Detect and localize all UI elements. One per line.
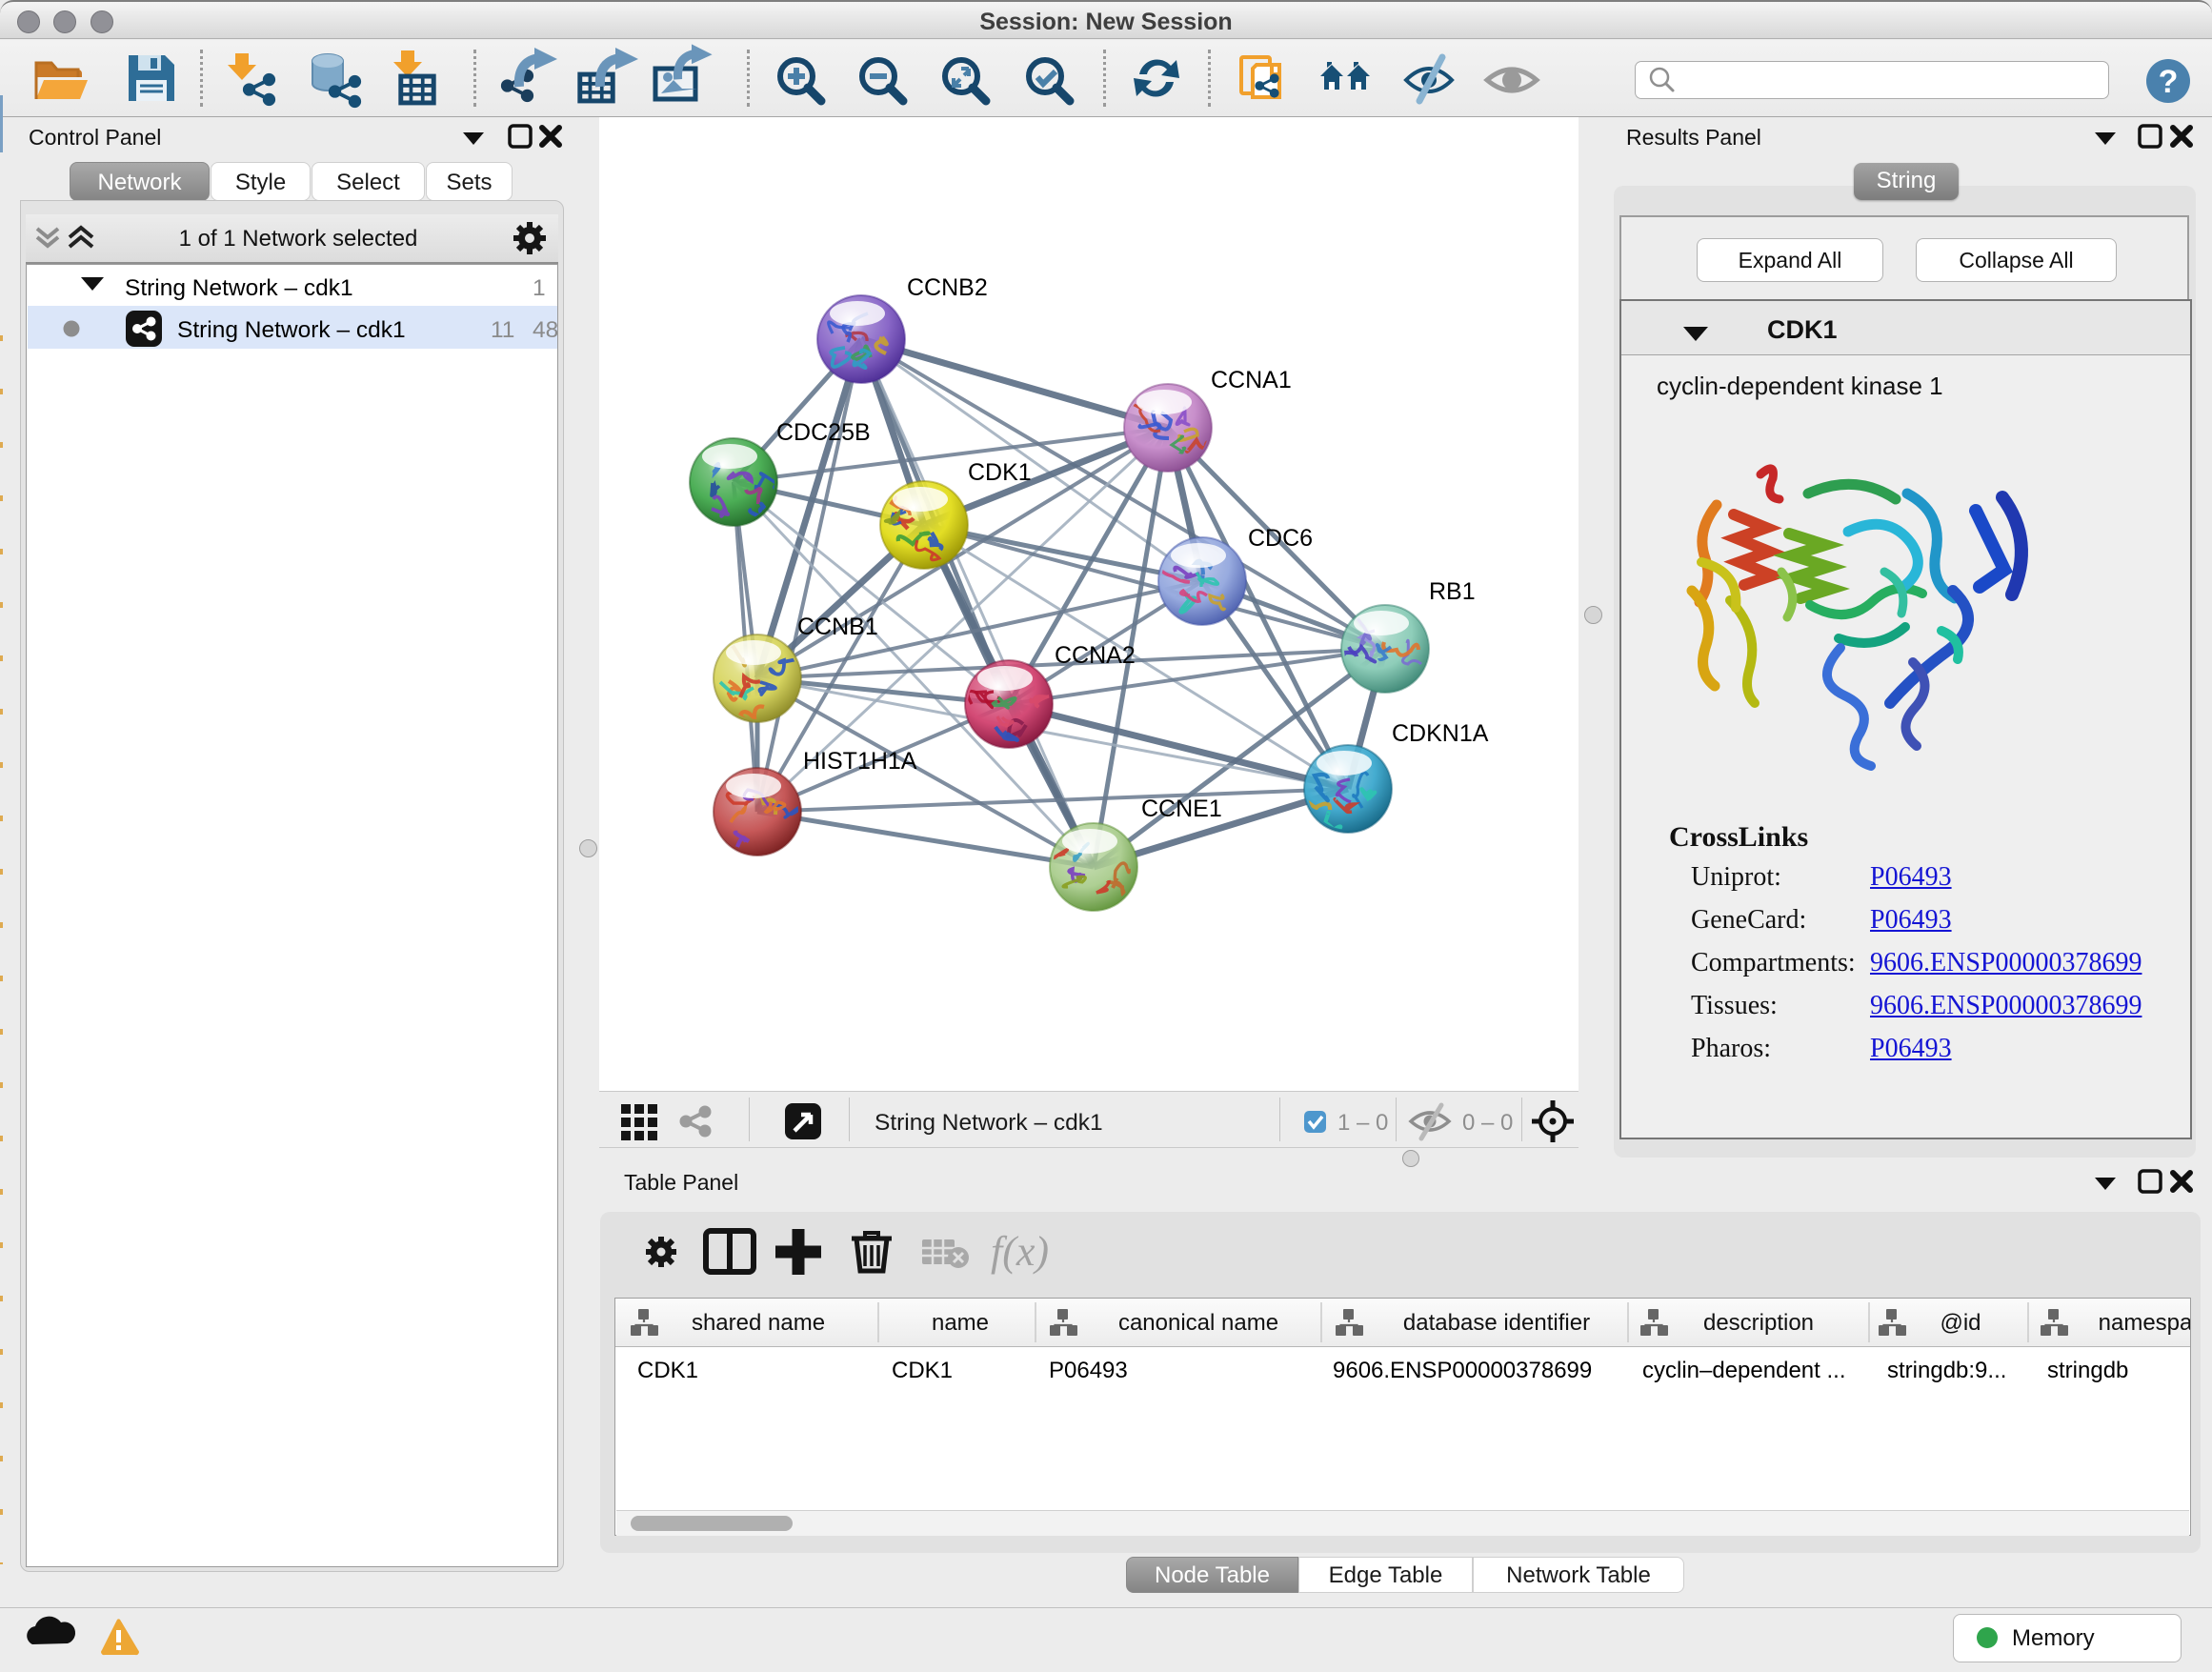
- svg-text:?: ?: [2159, 64, 2179, 100]
- svg-text:CCNB2: CCNB2: [907, 274, 988, 301]
- svg-text:String Network – cdk1: String Network – cdk1: [875, 1110, 1103, 1136]
- svg-text:cyclin–dependent ...: cyclin–dependent ...: [1642, 1358, 1845, 1383]
- svg-text:CCNB1: CCNB1: [797, 614, 878, 640]
- svg-text:String Network – cdk1: String Network – cdk1: [177, 317, 406, 343]
- svg-text:stringdb: stringdb: [2047, 1358, 2128, 1383]
- svg-text:@id: @id: [1940, 1310, 1981, 1336]
- svg-text:1 of 1 Network selected: 1 of 1 Network selected: [179, 226, 418, 252]
- svg-text:shared name: shared name: [692, 1310, 825, 1336]
- svg-text:CDK1: CDK1: [892, 1358, 953, 1383]
- svg-text:9606.ENSP00000378699: 9606.ENSP00000378699: [1333, 1358, 1592, 1383]
- svg-text:0 – 0: 0 – 0: [1462, 1110, 1513, 1136]
- svg-text:CDK1: CDK1: [637, 1358, 698, 1383]
- svg-text:1 – 0: 1 – 0: [1337, 1110, 1388, 1136]
- svg-text:CDKN1A: CDKN1A: [1392, 720, 1489, 747]
- svg-text:database identifier: database identifier: [1403, 1310, 1590, 1336]
- svg-text:canonical name: canonical name: [1118, 1310, 1278, 1336]
- svg-text:CDK1: CDK1: [968, 459, 1032, 486]
- svg-text:CCNE1: CCNE1: [1141, 796, 1222, 822]
- svg-text:CDC6: CDC6: [1248, 525, 1313, 552]
- svg-text:48: 48: [533, 317, 557, 343]
- svg-text:namespac: namespac: [2099, 1310, 2190, 1336]
- svg-text:P06493: P06493: [1049, 1358, 1128, 1383]
- svg-text:stringdb:9...: stringdb:9...: [1887, 1358, 2006, 1383]
- svg-text:CCNA2: CCNA2: [1055, 642, 1136, 669]
- svg-text:f(x): f(x): [991, 1228, 1049, 1275]
- svg-text:11: 11: [491, 317, 514, 343]
- svg-text:RB1: RB1: [1429, 578, 1476, 605]
- svg-text:HIST1H1A: HIST1H1A: [803, 748, 917, 775]
- svg-text:description: description: [1703, 1310, 1814, 1336]
- svg-text:1: 1: [533, 275, 546, 301]
- svg-text:CCNA1: CCNA1: [1211, 367, 1292, 393]
- svg-text:name: name: [932, 1310, 989, 1336]
- svg-text:String Network – cdk1: String Network – cdk1: [125, 275, 353, 301]
- svg-text:CDC25B: CDC25B: [776, 419, 871, 446]
